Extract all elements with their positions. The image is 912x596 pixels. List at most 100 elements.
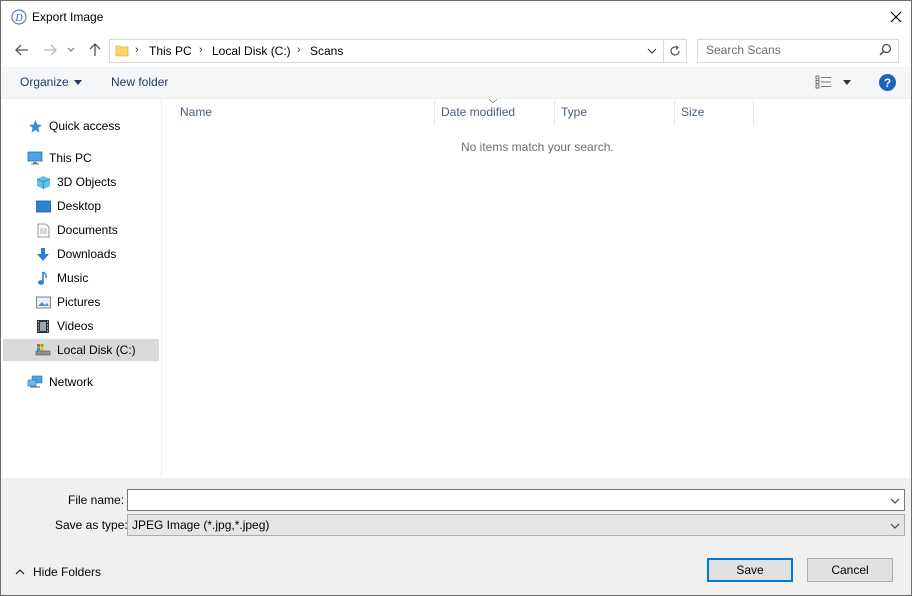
new-folder-button[interactable]: New folder	[111, 75, 168, 89]
desktop-icon	[35, 198, 51, 214]
sidebar-item-documents[interactable]: Documents	[35, 219, 118, 241]
breadcrumb-separator-icon: ›	[135, 44, 139, 56]
sidebar-item-label: Desktop	[57, 199, 102, 213]
address-dropdown-button[interactable]	[644, 43, 660, 59]
sidebar-item-quick-access[interactable]: Quick access	[27, 115, 120, 137]
column-header-date-modified[interactable]: Date modified	[441, 101, 515, 123]
window-title: Export Image	[32, 10, 104, 24]
star-icon	[27, 118, 43, 134]
column-divider[interactable]	[753, 101, 754, 125]
breadcrumb-scans[interactable]: Scans	[310, 44, 343, 58]
document-icon	[35, 222, 51, 238]
file-name-dropdown-button[interactable]	[890, 493, 900, 507]
export-image-dialog: D Export Image › This PC › Local Disk (C…	[0, 0, 912, 596]
hide-folders-label: Hide Folders	[33, 565, 102, 579]
sidebar-item-local-disk[interactable]: Local Disk (C:)	[3, 339, 159, 361]
sidebar-item-label: Downloads	[57, 247, 117, 261]
save-as-type-value: JPEG Image (*.jpg,*.jpeg)	[132, 518, 270, 532]
save-button[interactable]: Save	[707, 558, 793, 582]
chevron-down-icon	[890, 498, 900, 504]
save-as-type-label: Save as type:	[55, 518, 128, 532]
sidebar-item-label: This PC	[49, 151, 92, 165]
sidebar-item-downloads[interactable]: Downloads	[35, 243, 116, 265]
column-header-size[interactable]: Size	[681, 101, 704, 123]
chevron-down-icon	[67, 47, 75, 52]
sidebar-item-label: 3D Objects	[57, 175, 117, 189]
sidebar-item-pictures[interactable]: Pictures	[35, 291, 100, 313]
address-bar[interactable]: › This PC › Local Disk (C:) › Scans	[109, 39, 687, 63]
music-note-icon	[35, 270, 51, 286]
refresh-button[interactable]	[663, 40, 686, 62]
search-input[interactable]	[698, 40, 876, 60]
chevron-down-icon	[890, 518, 900, 532]
hide-folders-toggle[interactable]: Hide Folders	[15, 565, 101, 579]
sidebar-item-this-pc[interactable]: This PC	[27, 147, 92, 169]
svg-text:D: D	[14, 13, 23, 24]
picture-icon	[35, 294, 51, 310]
sidebar-item-label: Pictures	[57, 295, 101, 309]
arrow-left-icon	[15, 44, 28, 56]
file-name-input[interactable]	[128, 490, 882, 508]
recent-locations-button[interactable]	[65, 41, 77, 59]
sidebar-item-network[interactable]: Network	[27, 371, 93, 393]
column-header-name[interactable]: Name	[180, 101, 212, 123]
empty-folder-message: No items match your search.	[461, 140, 614, 154]
sidebar-item-label: Quick access	[49, 119, 121, 133]
folder-icon	[115, 43, 129, 60]
film-icon	[35, 318, 51, 334]
column-divider[interactable]	[674, 101, 675, 125]
network-icon	[27, 374, 43, 390]
save-as-type-select[interactable]: JPEG Image (*.jpg,*.jpeg)	[127, 514, 905, 536]
breadcrumb-local-disk[interactable]: Local Disk (C:)	[212, 44, 291, 58]
question-mark-icon: ?	[883, 75, 892, 90]
cube-icon	[35, 174, 51, 190]
organize-label: Organize	[20, 75, 69, 89]
close-button[interactable]	[881, 1, 911, 33]
breadcrumb-this-pc[interactable]: This PC	[149, 44, 192, 58]
refresh-icon	[670, 45, 680, 56]
file-name-label: File name:	[68, 493, 125, 507]
sidebar-item-music[interactable]: Music	[35, 267, 88, 289]
computer-icon	[27, 150, 43, 166]
breadcrumb-separator-icon: ›	[199, 44, 203, 56]
download-arrow-icon	[35, 246, 51, 262]
command-bar: Organize New folder ?	[1, 67, 911, 99]
chevron-up-icon	[15, 569, 25, 575]
sidebar-item-label: Documents	[57, 223, 118, 237]
file-name-combobox	[127, 489, 905, 511]
app-icon: D	[11, 9, 27, 25]
up-button[interactable]	[86, 41, 104, 59]
save-options-panel: File name: Save as type: JPEG Image (*.j…	[1, 478, 911, 595]
column-divider[interactable]	[434, 101, 435, 125]
search-icon[interactable]	[879, 43, 892, 59]
column-header-type[interactable]: Type	[561, 101, 587, 123]
chevron-down-icon	[647, 48, 657, 54]
forward-button[interactable]	[41, 41, 59, 59]
sidebar-item-label: Videos	[57, 319, 94, 333]
sidebar-item-videos[interactable]: Videos	[35, 315, 93, 337]
organize-button[interactable]: Organize	[20, 75, 82, 89]
column-divider[interactable]	[554, 101, 555, 125]
breadcrumb-separator-icon: ›	[297, 44, 301, 56]
title-bar: D Export Image	[1, 1, 911, 33]
caret-down-icon	[73, 79, 82, 85]
file-list: Name Date modified Type Size No items ma…	[162, 99, 911, 477]
navigation-bar: › This PC › Local Disk (C:) › Scans	[1, 35, 911, 65]
help-button[interactable]: ?	[879, 74, 896, 91]
sidebar-item-label: Music	[57, 271, 89, 285]
change-view-button[interactable]	[813, 74, 855, 90]
arrow-right-icon	[44, 44, 57, 56]
sidebar-item-label: Network	[49, 375, 94, 389]
sidebar-item-label: Local Disk (C:)	[57, 343, 136, 357]
search-box	[697, 39, 899, 63]
navigation-pane: Quick access This PC 3D Objects Desktop	[1, 99, 162, 477]
arrow-up-icon	[89, 43, 101, 56]
details-view-icon	[815, 75, 831, 89]
sidebar-item-desktop[interactable]: Desktop	[35, 195, 101, 217]
back-button[interactable]	[13, 41, 31, 59]
sidebar-item-3d-objects[interactable]: 3D Objects	[35, 171, 116, 193]
close-icon	[890, 11, 902, 23]
caret-down-icon	[843, 80, 851, 85]
cancel-button[interactable]: Cancel	[807, 558, 893, 582]
hard-drive-icon	[35, 342, 51, 358]
